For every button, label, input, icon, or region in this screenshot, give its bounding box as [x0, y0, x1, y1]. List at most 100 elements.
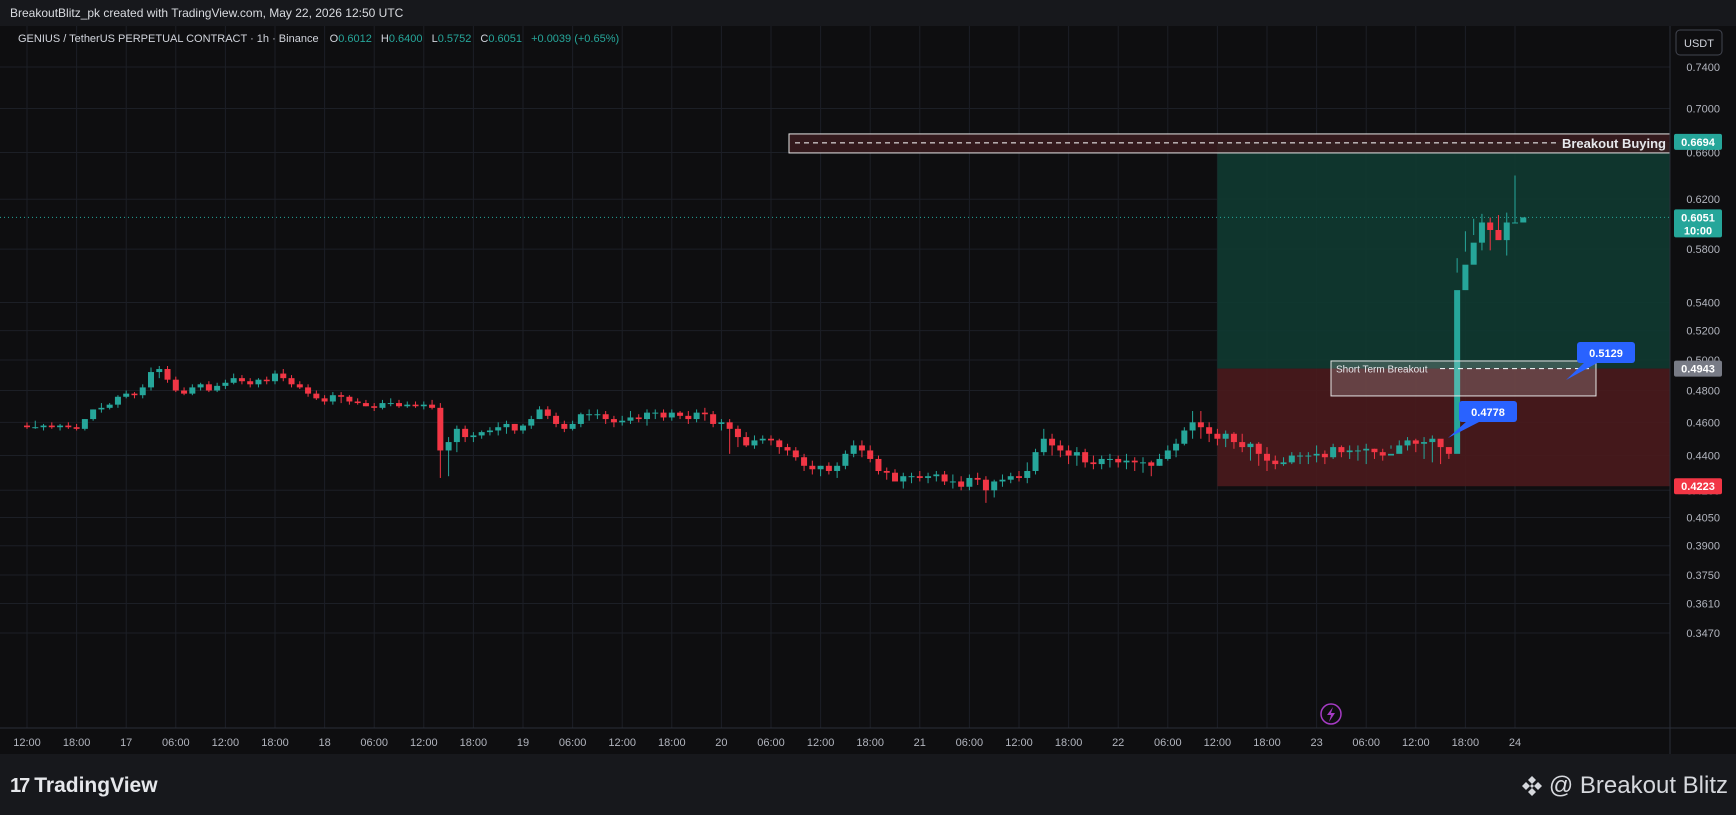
- candle-body: [734, 428, 741, 438]
- currency-button[interactable]: USDT: [1675, 29, 1723, 56]
- candle-body: [544, 409, 551, 416]
- price-tick-label: 0.4050: [1686, 512, 1720, 524]
- time-tick-label: 06:00: [559, 737, 587, 749]
- time-tick-label: 06:00: [1352, 737, 1380, 749]
- candle-body: [784, 447, 791, 451]
- candle-body: [1330, 447, 1337, 458]
- candle-body: [222, 382, 229, 386]
- candle-body: [536, 409, 543, 420]
- candlestick-chart[interactable]: Breakout Buying Short Term Breakout 0.5129…: [0, 26, 1736, 754]
- price-tick-label: 0.7400: [1686, 62, 1720, 74]
- time-tick-label: 06:00: [360, 737, 388, 749]
- profit-zone: [1217, 141, 1670, 369]
- branding-bar: 17 TradingView @ Breakout Blitz: [0, 754, 1736, 815]
- candle-body: [768, 438, 774, 441]
- candle-body: [495, 427, 502, 431]
- candle-body: [296, 384, 303, 388]
- candle-body: [809, 465, 816, 470]
- time-tick-label: 23: [1310, 737, 1322, 749]
- candle-body: [1264, 453, 1270, 461]
- price-tick-label: 0.4400: [1686, 451, 1720, 463]
- candle-body: [197, 384, 204, 388]
- candle-body: [1470, 242, 1477, 265]
- price-tick-label: 0.5800: [1686, 244, 1720, 256]
- candle-body: [1131, 460, 1138, 463]
- candle-body: [1371, 448, 1378, 453]
- candle-body: [172, 379, 179, 391]
- candle-body: [445, 442, 452, 451]
- time-tick-label: 06:00: [956, 737, 984, 749]
- candle-body: [883, 470, 890, 473]
- candle-body: [1098, 458, 1105, 465]
- candle-body: [305, 387, 312, 394]
- price-label-last: 0.605110:00: [1674, 209, 1722, 238]
- time-tick-label: 18:00: [460, 737, 488, 749]
- candle-body: [354, 401, 361, 404]
- candle-body: [1288, 455, 1295, 463]
- candle-body: [1197, 422, 1204, 428]
- candle-body: [801, 457, 808, 466]
- price-tick-label: 0.5400: [1686, 297, 1720, 309]
- candle-body: [1164, 450, 1171, 459]
- attribution-text: BreakoutBlitz_pk created with TradingVie…: [10, 6, 404, 20]
- candle-body: [139, 387, 146, 396]
- candle-body: [90, 409, 97, 420]
- candle-body: [1007, 476, 1014, 480]
- candle-body: [1040, 438, 1047, 453]
- price-tick-label: 0.5200: [1686, 326, 1720, 338]
- candle-body: [619, 420, 626, 423]
- candle-body: [470, 435, 477, 438]
- candle-body: [321, 398, 328, 402]
- candle-body: [106, 404, 113, 408]
- candle-body: [974, 477, 981, 480]
- currency-button-label: USDT: [1684, 38, 1714, 50]
- candle-body: [1082, 452, 1089, 463]
- candle-body: [478, 432, 485, 436]
- candle-body: [627, 417, 634, 421]
- candle-body: [1429, 438, 1436, 443]
- candle-body: [718, 422, 725, 424]
- time-tick-label: 18:00: [658, 737, 686, 749]
- candle-body: [1495, 229, 1502, 241]
- candle-body: [1206, 427, 1213, 434]
- candle-body: [1057, 445, 1064, 451]
- time-tick-label: 12:00: [1402, 737, 1430, 749]
- candle-body: [710, 414, 717, 424]
- tradingview-logo[interactable]: 17 TradingView: [10, 774, 158, 798]
- candle-body: [98, 407, 105, 410]
- candle-body: [263, 379, 270, 382]
- candle-body: [858, 445, 865, 451]
- candle-body: [577, 414, 584, 424]
- candle: [1520, 217, 1527, 223]
- candle-body: [1354, 450, 1361, 452]
- candle-body: [238, 378, 245, 382]
- candle-body: [205, 384, 212, 391]
- candle-body: [1297, 455, 1304, 457]
- candle-body: [1445, 447, 1452, 454]
- candle-body: [1338, 447, 1345, 453]
- candle-body: [875, 458, 882, 471]
- time-tick-label: 06:00: [757, 737, 785, 749]
- time-tick-label: 21: [914, 737, 926, 749]
- candle-body: [825, 465, 832, 471]
- candle-body: [602, 414, 609, 420]
- price-tick-label: 0.7000: [1686, 104, 1720, 116]
- candle-body: [131, 393, 138, 396]
- candle-body: [1421, 442, 1428, 444]
- candle-body: [164, 369, 171, 380]
- candle-body: [751, 440, 758, 446]
- candle-body: [958, 481, 965, 487]
- candle-body: [57, 425, 64, 428]
- binance-icon: [1521, 776, 1542, 796]
- candle-body: [1503, 222, 1510, 241]
- time-tick-label: 24: [1509, 737, 1521, 749]
- candle-body: [553, 415, 560, 424]
- candle-body: [48, 425, 55, 428]
- candle-body: [230, 378, 237, 383]
- candle-body: [1016, 476, 1022, 478]
- time-tick-label: 18:00: [261, 737, 289, 749]
- candle-body: [685, 415, 692, 420]
- candle-body: [594, 414, 601, 416]
- candle-body: [966, 477, 973, 487]
- price-label-text: 0.4223: [1681, 481, 1715, 493]
